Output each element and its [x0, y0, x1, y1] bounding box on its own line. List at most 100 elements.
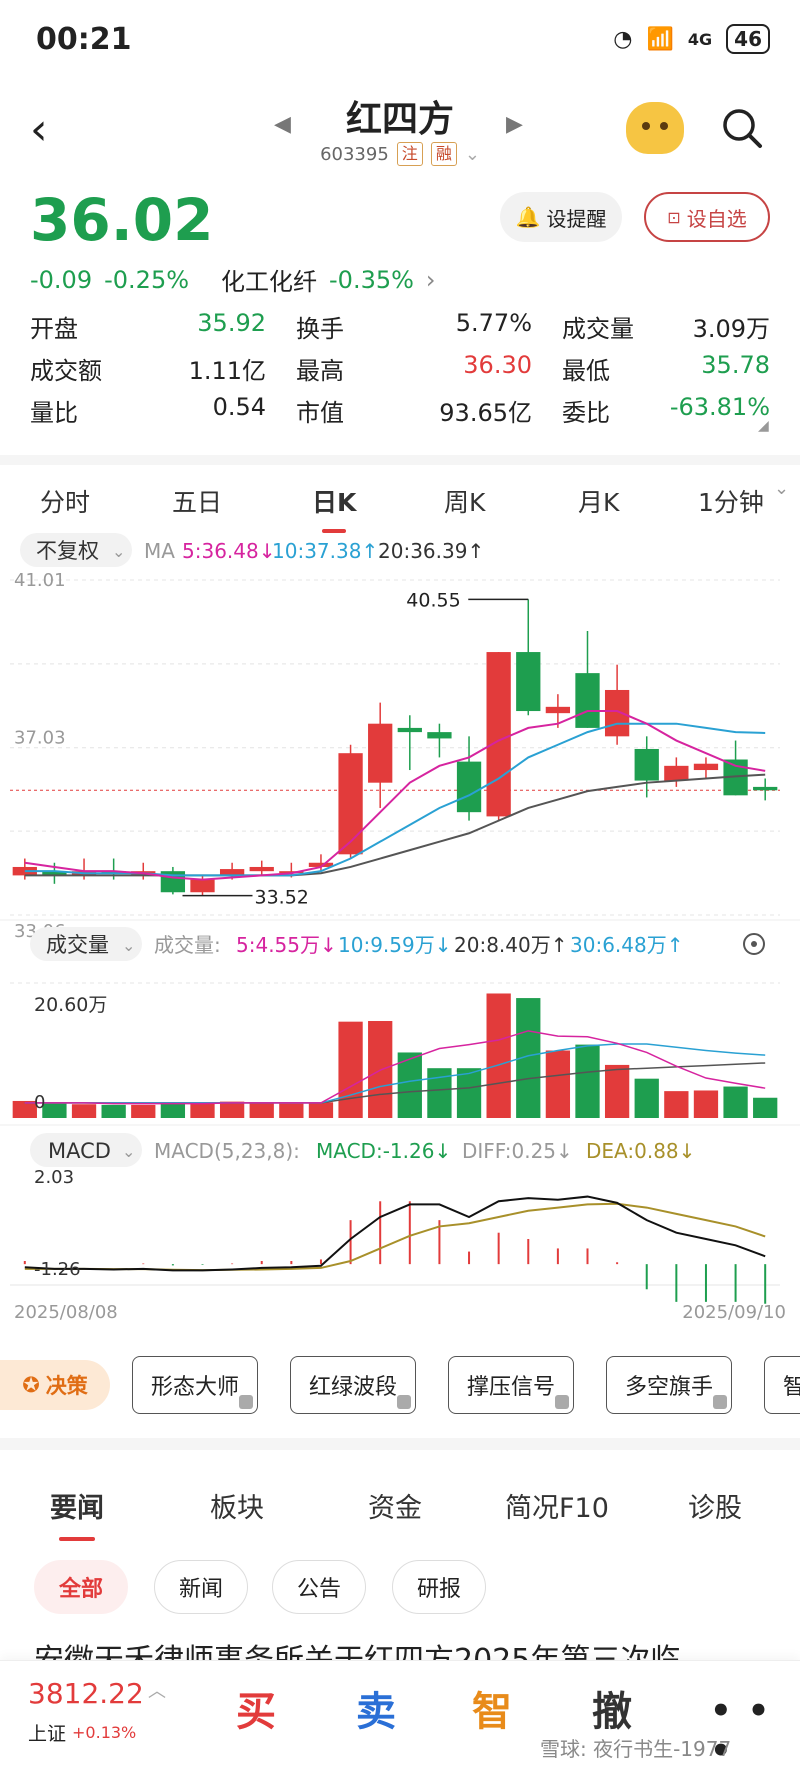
tab-period-2[interactable]: 日K [312, 483, 356, 533]
candle-body [693, 763, 719, 771]
candle-body [456, 761, 482, 813]
mascot-icon[interactable] [626, 102, 684, 154]
chevron-right-icon[interactable]: › [426, 266, 436, 294]
price-change-pct: -0.25% [104, 265, 190, 294]
buy-button[interactable]: 买 [236, 1679, 276, 1737]
tab-period-5[interactable]: 1分钟 [698, 483, 764, 519]
stat-value: 93.65亿 [439, 398, 532, 427]
decision-icon: ✪ [22, 1373, 40, 1397]
lock-icon [713, 1395, 727, 1409]
ma20-legend: 20:36.39↑ [378, 539, 484, 563]
volume-bar [71, 1104, 97, 1118]
chevron-down-icon[interactable]: ⌄ [465, 144, 480, 165]
candle-body [190, 879, 215, 893]
search-icon[interactable] [720, 106, 764, 150]
news-filter-chip-0[interactable]: 全部 [34, 1560, 128, 1614]
cancel-order-button[interactable]: 撤 [592, 1679, 632, 1737]
volume-bar [753, 1097, 778, 1118]
stock-header: ‹ ◀ 红四方 ▶ 603395 注 融 ⌄ [0, 80, 800, 180]
low-annotation: 33.52 [255, 887, 309, 909]
index-value[interactable]: 3812.22 [28, 1677, 144, 1710]
next-stock-icon[interactable]: ▶ [506, 112, 523, 137]
candle-body [397, 727, 422, 733]
expand-corner-icon[interactable]: ◢ [758, 418, 769, 434]
stat-value: 36.30 [463, 350, 532, 379]
sell-button[interactable]: 卖 [356, 1679, 396, 1737]
index-change: +0.13% [72, 1723, 137, 1742]
status-time: 00:21 [36, 22, 132, 57]
sector-name[interactable]: 化工化纤 [221, 262, 317, 297]
ma10-line [24, 722, 766, 877]
indicator-tools: ✪ 决策 形态大师 红绿波段 撑压信号 多空旗手 智 [0, 1348, 800, 1424]
volume-bar [575, 1044, 600, 1118]
ma-label: MA [144, 539, 175, 563]
set-alert-button[interactable]: 🔔 设提醒 [500, 192, 622, 242]
tool-button-label: 红绿波段 [308, 1375, 397, 1400]
vol-ma10-legend: 10:9.59万↓ [338, 933, 451, 957]
price-change: -0.09 [30, 265, 93, 294]
stat-label: 委比 [562, 398, 610, 427]
stat-label: 量比 [30, 398, 78, 427]
stats-row: 成交额 1.11亿 最高 36.30 最低 35.78 [30, 347, 770, 389]
tool-button-label: 形态大师 [150, 1375, 239, 1400]
add-watchlist-button[interactable]: ⊡ 设自选 [644, 192, 770, 242]
tab-period-0[interactable]: 分时 [40, 483, 90, 519]
stat-cell: 委比 -63.81% [562, 393, 770, 428]
stat-value: 35.92 [197, 308, 266, 337]
tab-period-1[interactable]: 五日 [172, 483, 222, 519]
bottom-trade-bar: 3812.22 ︿ 上证 +0.13% 买 卖 智 撤 • • • 雪球: 夜行… [0, 1660, 800, 1765]
volume-bar [279, 1103, 304, 1118]
tool-button-2[interactable]: 撑压信号 [448, 1356, 574, 1414]
news-tab-3[interactable]: 简况F10 [505, 1486, 609, 1525]
candle-body [338, 753, 363, 855]
decision-label: 决策 [45, 1374, 88, 1398]
stat-value: 3.09万 [692, 314, 770, 343]
tool-button-0[interactable]: 形态大师 [132, 1356, 258, 1414]
y-axis-label-top: 41.01 [14, 570, 66, 591]
news-filter-chip-1[interactable]: 新闻 [154, 1560, 248, 1614]
decision-tab[interactable]: ✪ 决策 [0, 1360, 110, 1410]
volume-bar [456, 1068, 482, 1118]
candle-body [664, 765, 689, 781]
news-tab-4[interactable]: 诊股 [688, 1486, 742, 1525]
news-tab-0[interactable]: 要闻 [50, 1486, 104, 1541]
watchlist-icon: ⊡ [667, 207, 681, 227]
news-filter-chip-2[interactable]: 公告 [272, 1560, 366, 1614]
macd-params: MACD(5,23,8): [154, 1139, 300, 1163]
index-name: 上证 [28, 1723, 67, 1745]
vol-ma20-legend: 20:8.40万↑ [454, 933, 567, 957]
chevron-down-icon[interactable]: ⌄ [774, 478, 789, 499]
smart-button[interactable]: 智 [472, 1679, 512, 1737]
news-filter-chip-3[interactable]: 研报 [392, 1560, 486, 1614]
volume-bar [42, 1103, 67, 1118]
stat-value: -63.81% [669, 392, 770, 421]
volume-bar [338, 1021, 363, 1118]
volume-bar [308, 1102, 334, 1118]
stat-value: 5.77% [455, 308, 532, 337]
quote-stats: 开盘 35.92 换手 5.77% 成交量 3.09万 成交额 1.11亿 最高 36.30 最低 3… [30, 305, 770, 431]
candle-body [516, 652, 541, 712]
current-price: 36.02 [30, 186, 214, 254]
tab-period-4[interactable]: 月K [578, 483, 619, 519]
stat-label: 最高 [296, 356, 344, 385]
settings-gear-icon-center [751, 941, 757, 947]
set-alert-label: 设提醒 [546, 206, 607, 231]
stat-label: 成交量 [562, 314, 634, 343]
adjust-label: 不复权 [36, 539, 99, 563]
dea-value: DEA:0.88↓ [586, 1139, 695, 1163]
news-tab-2[interactable]: 资金 [368, 1486, 422, 1525]
tool-button-1[interactable]: 红绿波段 [290, 1356, 416, 1414]
ma10-legend: 10:37.38↑ [272, 539, 378, 563]
news-tab-1[interactable]: 板块 [210, 1486, 264, 1525]
candle-body [368, 723, 393, 783]
tool-button-3[interactable]: 多空旗手 [606, 1356, 732, 1414]
stat-label: 换手 [296, 314, 344, 343]
tool-button-4[interactable]: 智 [764, 1356, 800, 1414]
kline-chart[interactable]: 不复权 ⌄ MA 5:36.48↓ 10:37.38↑ 20:36.39↑ 41.01 37.… [0, 525, 800, 1325]
chevron-up-icon[interactable]: ︿ [148, 1677, 166, 1703]
stock-code: 603395 [320, 143, 389, 165]
candle-body [545, 706, 571, 714]
tab-period-3[interactable]: 周K [444, 483, 485, 519]
stat-cell: 最高 36.30 [296, 351, 562, 386]
volume-title: 成交量: [154, 933, 221, 957]
